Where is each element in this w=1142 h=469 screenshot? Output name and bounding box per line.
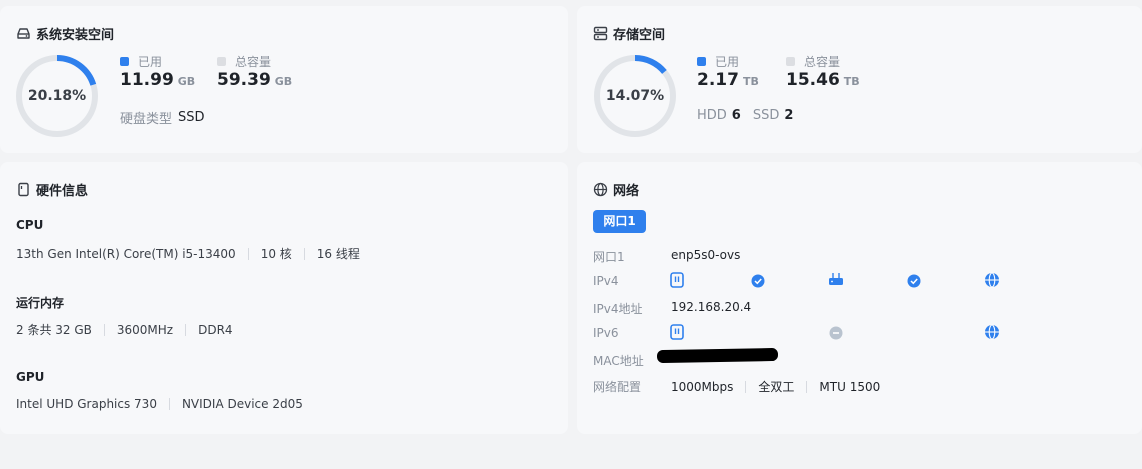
divider: [303, 247, 305, 260]
gpu-section-title: GPU: [16, 370, 45, 384]
globe-icon: [593, 182, 608, 197]
network-title-text: 网络: [613, 184, 640, 199]
divider: [185, 323, 187, 336]
memory-section-title: 运行内存: [16, 296, 65, 310]
hdd-label: HDD: [697, 108, 727, 123]
hardware-title-text: 硬件信息: [36, 184, 89, 199]
check-circle-icon: [751, 274, 765, 288]
config-value: 1000Mbps 全双工 MTU 1500: [671, 378, 880, 395]
internet-globe-icon: [985, 324, 999, 340]
storage-space-title: 存储空间: [593, 24, 665, 43]
storage-used-unit: TB: [742, 75, 759, 88]
cpu-cores: 10 核: [260, 247, 292, 261]
mac-label: MAC地址: [593, 354, 644, 368]
divider: [247, 247, 249, 260]
system-used-unit: GB: [177, 75, 196, 88]
network-port-icon: [670, 272, 684, 288]
gpu-discrete: NVIDIA Device 2d05: [181, 397, 303, 411]
router-icon: [829, 273, 843, 285]
hdd-count: 6: [731, 108, 741, 123]
ipv4-addr-value: 192.168.20.4: [671, 300, 752, 314]
system-total-number: 59.39: [217, 70, 271, 90]
hardware-card: 硬件信息 CPU 13th Gen Intel(R) Core(TM) i5-1…: [0, 162, 568, 434]
total-legend-label: 总容量: [235, 55, 272, 69]
system-used-value: 11.99 GB: [120, 70, 195, 90]
network-card: 网络 网口1 网口1 enp5s0-ovs IPv4 IPv4地址 192.16…: [577, 162, 1142, 434]
storage-total-unit: TB: [843, 75, 860, 88]
hard-drive-icon: [16, 26, 31, 41]
link-speed: 1000Mbps: [671, 379, 734, 394]
system-total-value: 59.39 GB: [217, 70, 292, 90]
storage-used-legend: 已用: [697, 53, 739, 70]
memory-speed: 3600MHz: [116, 322, 174, 337]
storage-used-number: 2.17: [697, 70, 739, 90]
memory-type: DDR4: [198, 322, 233, 337]
ipv6-label: IPv6: [593, 326, 619, 340]
mac-redaction: [656, 347, 779, 364]
storage-used-legend-label: 已用: [715, 55, 740, 69]
mtu-value: MTU 1500: [819, 379, 881, 394]
chip-icon: [16, 182, 31, 197]
ssd-count: 2: [784, 108, 794, 123]
memory-size: 2 条共 32 GB: [16, 323, 92, 337]
storage-space-title-text: 存储空间: [613, 28, 666, 43]
tab-port-1[interactable]: 网口1: [593, 210, 646, 233]
storage-usage-percent: 14.07%: [605, 88, 665, 104]
cpu-info: 13th Gen Intel(R) Core(TM) i5-13400 10 核…: [16, 245, 360, 262]
storage-total-legend-swatch: [786, 57, 795, 66]
system-usage-percent: 20.18%: [27, 88, 87, 104]
ipv4-addr-label: IPv4地址: [593, 302, 643, 316]
storage-used-legend-swatch: [697, 57, 706, 66]
cpu-model: 13th Gen Intel(R) Core(TM) i5-13400: [16, 246, 236, 261]
storage-total-value: 15.46 TB: [786, 70, 860, 90]
divider: [745, 380, 747, 393]
disk-type-label: 硬盘类型: [120, 112, 173, 127]
duplex-mode: 全双工: [758, 380, 795, 394]
disk-type-value: SSD: [178, 110, 205, 125]
storage-total-number: 15.46: [786, 70, 840, 90]
ipv4-topology: [670, 272, 999, 288]
storage-server-icon: [593, 26, 608, 41]
system-space-card: 系统安装空间 20.18% 已用 11.99 GB 总容量 59.39 GB 硬盘类…: [0, 6, 568, 153]
storage-space-card: 存储空间 14.07% 已用 2.17 TB 总容量 15.46 TB HDD 6 …: [577, 6, 1142, 153]
iface-value: enp5s0-ovs: [671, 248, 741, 262]
used-legend: 已用: [120, 53, 162, 70]
network-port-icon: [670, 324, 684, 340]
config-label: 网络配置: [593, 380, 642, 394]
divider: [103, 323, 105, 336]
divider: [168, 398, 170, 410]
ipv6-topology: [670, 324, 999, 340]
system-total-unit: GB: [274, 75, 293, 88]
disk-counts: HDD 6 SSD 2: [697, 108, 793, 123]
internet-globe-icon: [985, 272, 999, 288]
total-legend-swatch: [217, 57, 226, 66]
storage-used-value: 2.17 TB: [697, 70, 759, 90]
ipv4-label: IPv4: [593, 274, 619, 288]
ssd-label: SSD: [752, 108, 780, 123]
gpu-integrated: Intel UHD Graphics 730: [16, 397, 157, 411]
memory-info: 2 条共 32 GB 3600MHz DDR4: [16, 321, 233, 338]
used-legend-label: 已用: [138, 55, 163, 69]
hardware-title: 硬件信息: [16, 180, 88, 199]
gpu-info: Intel UHD Graphics 730 NVIDIA Device 2d0…: [16, 397, 303, 411]
cpu-threads: 16 线程: [316, 247, 360, 261]
disconnected-status-icon: [829, 326, 843, 340]
check-circle-icon: [907, 274, 921, 288]
divider: [806, 380, 808, 393]
cpu-section-title: CPU: [16, 218, 44, 232]
system-space-title: 系统安装空间: [16, 24, 114, 43]
disk-type: 硬盘类型 SSD: [120, 108, 205, 127]
network-title: 网络: [593, 180, 639, 199]
used-legend-swatch: [120, 57, 129, 66]
system-used-number: 11.99: [120, 70, 174, 90]
total-legend: 总容量: [217, 53, 271, 70]
storage-total-legend-label: 总容量: [804, 55, 841, 69]
iface-label: 网口1: [593, 250, 625, 264]
storage-total-legend: 总容量: [786, 53, 840, 70]
system-space-title-text: 系统安装空间: [36, 28, 115, 43]
